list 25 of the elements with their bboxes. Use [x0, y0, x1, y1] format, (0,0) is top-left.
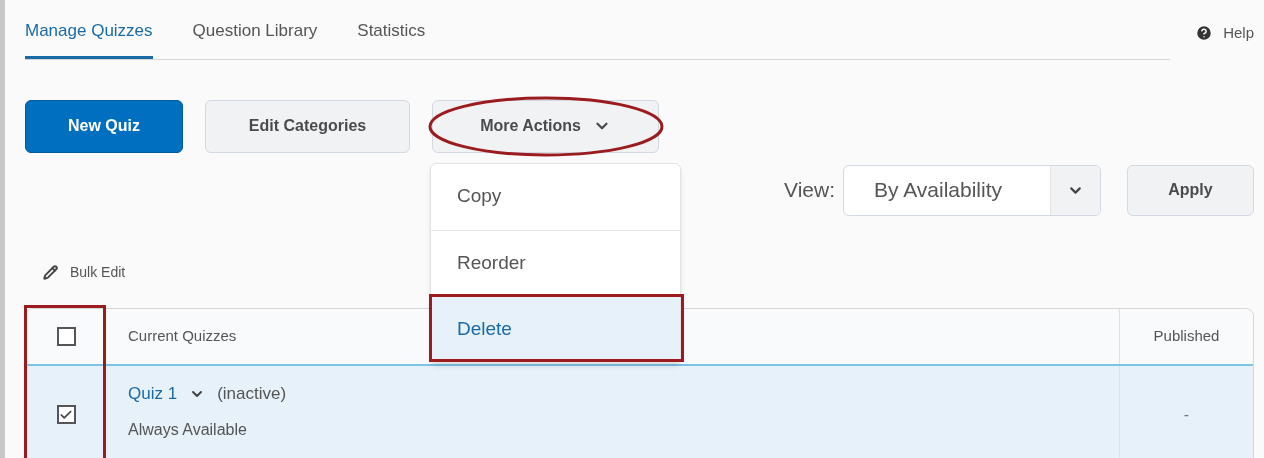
quiz-status: (inactive): [217, 382, 287, 405]
quiz-link[interactable]: Quiz 1: [128, 380, 178, 407]
availability-text: Always Available: [128, 420, 248, 441]
apply-button[interactable]: Apply: [1127, 164, 1254, 216]
menu-item[interactable]: Copy: [431, 163, 680, 230]
row-checkbox[interactable]: [56, 405, 76, 424]
view-select[interactable]: By Availability: [843, 164, 1101, 216]
bulk-edit-link[interactable]: Bulk Edit: [70, 262, 126, 283]
new-quiz-button[interactable]: New Quiz: [25, 99, 183, 153]
select-all-checkbox[interactable]: [56, 326, 76, 346]
help-link[interactable]: Help: [1223, 22, 1254, 45]
column-header: Current Quizzes: [128, 325, 237, 346]
published-cell-text: -: [1183, 404, 1190, 425]
table-row[interactable]: Quiz 1 (inactive) Always Available -: [26, 363, 1253, 458]
menu-item[interactable]: Reorder: [431, 229, 680, 296]
column-header: Published: [1153, 325, 1220, 346]
edit-categories-button[interactable]: Edit Categories: [205, 99, 410, 153]
menu-item[interactable]: Delete: [431, 295, 680, 362]
tab[interactable]: Statistics: [357, 18, 426, 59]
help-icon[interactable]: [1195, 24, 1214, 43]
tab[interactable]: Question Library: [192, 18, 318, 59]
tab[interactable]: Manage Quizzes: [25, 18, 153, 59]
more-actions-button[interactable]: More Actions: [432, 99, 659, 153]
pencil-icon[interactable]: [43, 265, 58, 280]
view-label: View:: [784, 177, 835, 204]
